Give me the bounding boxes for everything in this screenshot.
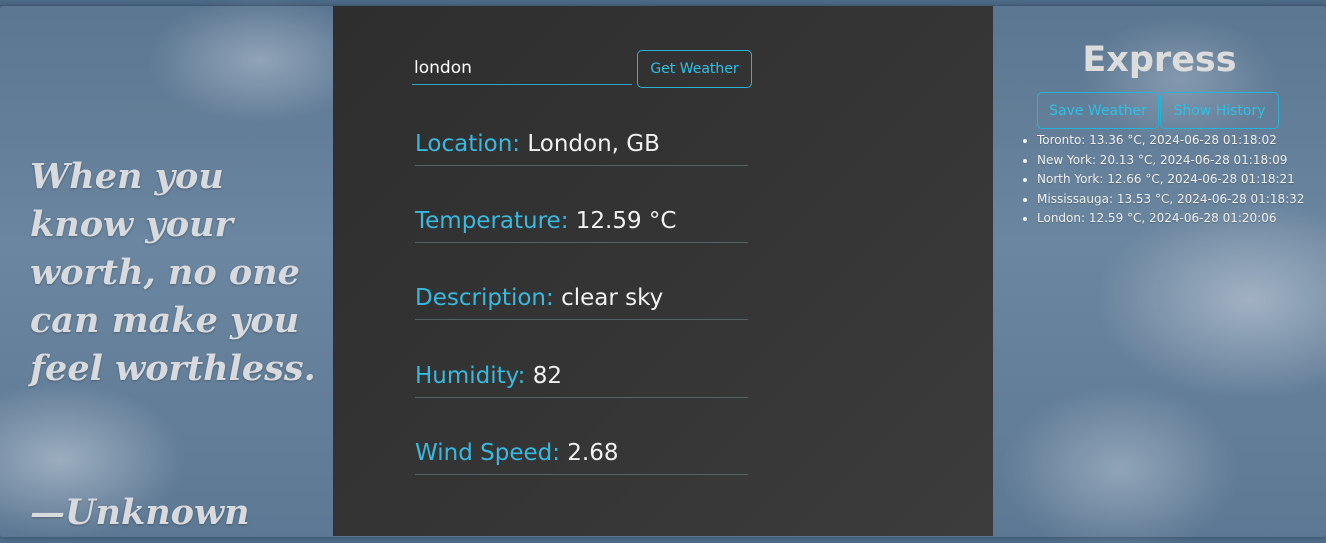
humidity-field: Humidity: 82 [415, 363, 748, 398]
humidity-label: Humidity: [415, 363, 526, 389]
show-history-button[interactable]: Show History [1160, 92, 1279, 129]
history-item: New York: 20.13 °C, 2024-06-28 01:18:09 [1037, 151, 1304, 171]
history-item: London: 12.59 °C, 2024-06-28 01:20:06 [1037, 209, 1304, 229]
quote-block: When you know your worth, no one can mak… [30, 105, 330, 537]
temperature-label: Temperature: [415, 208, 569, 234]
location-field: Location: London, GB [415, 131, 748, 166]
description-label: Description: [415, 285, 554, 311]
history-list: Toronto: 13.36 °C, 2024-06-28 01:18:02 N… [1019, 131, 1304, 229]
temperature-value: 12.59 °C [575, 208, 677, 234]
temperature-field: Temperature: 12.59 °C [415, 208, 748, 243]
get-weather-button[interactable]: Get Weather [637, 50, 752, 88]
humidity-value: 82 [532, 363, 562, 389]
sidebar-title: Express [1082, 40, 1237, 80]
city-input[interactable] [412, 52, 632, 85]
description-field: Description: clear sky [415, 285, 748, 320]
wind-speed-field: Wind Speed: 2.68 [415, 440, 748, 475]
description-value: clear sky [561, 285, 664, 311]
history-item: Mississauga: 13.53 °C, 2024-06-28 01:18:… [1037, 190, 1304, 210]
location-label: Location: [415, 131, 521, 157]
wind-speed-value: 2.68 [567, 440, 619, 466]
history-item: North York: 12.66 °C, 2024-06-28 01:18:2… [1037, 170, 1304, 190]
save-weather-button[interactable]: Save Weather [1037, 92, 1159, 129]
quote-author: —Unknown [30, 492, 250, 533]
location-value: London, GB [527, 131, 660, 157]
wind-speed-label: Wind Speed: [415, 440, 560, 466]
quote-text: When you know your worth, no one can mak… [30, 156, 316, 389]
history-item: Toronto: 13.36 °C, 2024-06-28 01:18:02 [1037, 131, 1304, 151]
